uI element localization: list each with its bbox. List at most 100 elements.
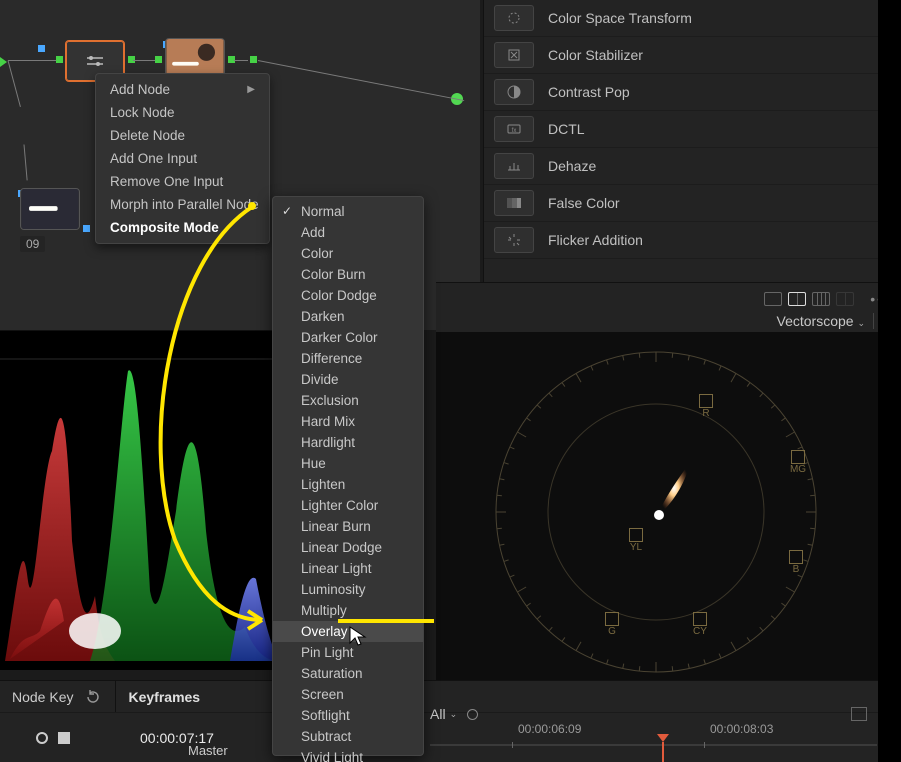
playhead[interactable] xyxy=(662,742,664,762)
vs-target-b: B xyxy=(784,550,808,575)
chevron-down-icon: ⌄ xyxy=(450,709,458,720)
timeline-radio[interactable] xyxy=(467,709,478,720)
composite-mode-color-burn[interactable]: Color Burn xyxy=(273,264,423,285)
ctx-item-remove-input[interactable]: Remove One Input xyxy=(96,170,269,193)
effect-dctl[interactable]: fx DCTL xyxy=(484,111,901,148)
composite-mode-multiply[interactable]: Multiply xyxy=(273,600,423,621)
record-square-icon[interactable] xyxy=(58,732,70,744)
node-link xyxy=(8,60,21,107)
scope-layout-2up[interactable] xyxy=(788,292,806,306)
keyframes-label[interactable]: Keyframes xyxy=(115,681,212,712)
clip-thumbnail xyxy=(21,189,79,229)
node-link xyxy=(234,60,248,61)
composite-mode-linear-dodge[interactable]: Linear Dodge xyxy=(273,537,423,558)
composite-mode-linear-burn[interactable]: Linear Burn xyxy=(273,516,423,537)
keyframe-timeline[interactable]: All ⌄ 00:00:06:09 00:00:08:03 xyxy=(430,700,877,762)
composite-mode-submenu[interactable]: NormalAddColorColor BurnColor DodgeDarke… xyxy=(272,196,424,756)
bottom-panel: Node Key Keyframes 00:00:07:17 Master Al… xyxy=(0,680,901,762)
scope-layout-4up[interactable] xyxy=(812,292,830,306)
composite-mode-subtract[interactable]: Subtract xyxy=(273,726,423,747)
effect-color-space-transform[interactable]: Color Space Transform xyxy=(484,0,901,37)
composite-mode-normal[interactable]: Normal xyxy=(273,201,423,222)
effect-label: DCTL xyxy=(548,121,585,137)
vs-target-g: G xyxy=(600,612,624,637)
effect-icon xyxy=(494,153,534,179)
window-right-edge xyxy=(878,0,901,762)
node-09[interactable] xyxy=(20,188,80,230)
node-link xyxy=(24,144,28,180)
vs-target-yl: YL xyxy=(624,528,648,553)
effect-false-color[interactable]: False Color xyxy=(484,185,901,222)
ctx-item-label: Morph into Parallel Node xyxy=(110,197,259,212)
mouse-cursor-icon xyxy=(348,625,370,647)
composite-mode-lighter-color[interactable]: Lighter Color xyxy=(273,495,423,516)
composite-mode-hardlight[interactable]: Hardlight xyxy=(273,432,423,453)
composite-mode-color-dodge[interactable]: Color Dodge xyxy=(273,285,423,306)
node-port[interactable] xyxy=(83,225,90,232)
effect-icon xyxy=(494,190,534,216)
vs-target-cy: CY xyxy=(688,612,712,637)
composite-mode-add[interactable]: Add xyxy=(273,222,423,243)
composite-mode-darken[interactable]: Darken xyxy=(273,306,423,327)
master-label: Master xyxy=(188,743,228,758)
node-link xyxy=(258,60,464,101)
timeline-track[interactable] xyxy=(430,744,877,746)
effect-icon xyxy=(494,227,534,253)
timeline-tc: 00:00:08:03 xyxy=(710,722,773,736)
graph-input-triangle xyxy=(0,57,7,67)
composite-mode-screen[interactable]: Screen xyxy=(273,684,423,705)
scope-dropdown[interactable]: Vectorscope ⌄ xyxy=(777,313,866,329)
ctx-item-composite-mode[interactable]: Composite Mode xyxy=(96,216,269,239)
composite-mode-hue[interactable]: Hue xyxy=(273,453,423,474)
parade-waveform-graphic xyxy=(0,331,280,670)
node-port[interactable] xyxy=(38,45,45,52)
composite-mode-linear-light[interactable]: Linear Light xyxy=(273,558,423,579)
node-link xyxy=(133,60,155,61)
composite-mode-softlight[interactable]: Softlight xyxy=(273,705,423,726)
vectorscope: R MG B CY G YL xyxy=(436,332,878,680)
effect-label: Color Space Transform xyxy=(548,10,692,26)
node-port[interactable] xyxy=(155,56,162,63)
composite-mode-lighten[interactable]: Lighten xyxy=(273,474,423,495)
ctx-item-label: Delete Node xyxy=(110,128,185,143)
effect-contrast-pop[interactable]: Contrast Pop xyxy=(484,74,901,111)
effect-flicker-addition[interactable]: Flicker Addition xyxy=(484,222,901,259)
record-circle-icon[interactable] xyxy=(36,732,48,744)
composite-mode-luminosity[interactable]: Luminosity xyxy=(273,579,423,600)
ctx-item-label: Composite Mode xyxy=(110,220,219,235)
effects-panel[interactable]: Color Space Transform Color Stabilizer Con… xyxy=(483,0,901,282)
ctx-item-add-input[interactable]: Add One Input xyxy=(96,147,269,170)
composite-mode-exclusion[interactable]: Exclusion xyxy=(273,390,423,411)
composite-mode-divide[interactable]: Divide xyxy=(273,369,423,390)
chevron-right-icon: ▶ xyxy=(247,84,255,95)
ctx-item-add-node[interactable]: Add Node ▶ xyxy=(96,78,269,101)
ctx-item-morph[interactable]: Morph into Parallel Node xyxy=(96,193,269,216)
composite-mode-hard-mix[interactable]: Hard Mix xyxy=(273,411,423,432)
expand-icon[interactable] xyxy=(851,707,867,721)
composite-mode-difference[interactable]: Difference xyxy=(273,348,423,369)
effect-label: Color Stabilizer xyxy=(548,47,643,63)
node-link xyxy=(8,60,56,61)
ctx-item-lock-node[interactable]: Lock Node xyxy=(96,101,269,124)
effect-label: False Color xyxy=(548,195,620,211)
context-menu[interactable]: Add Node ▶ Lock Node Delete Node Add One… xyxy=(95,73,270,244)
vs-target-r: R xyxy=(694,394,718,419)
effect-dehaze[interactable]: Dehaze xyxy=(484,148,901,185)
composite-mode-saturation[interactable]: Saturation xyxy=(273,663,423,684)
composite-mode-vivid-light[interactable]: Vivid Light xyxy=(273,747,423,762)
composite-mode-color[interactable]: Color xyxy=(273,243,423,264)
timeline-all-dropdown[interactable]: All ⌄ xyxy=(430,706,457,722)
effect-icon: fx xyxy=(494,116,534,142)
scope-layout-grid[interactable] xyxy=(836,292,854,306)
node-port[interactable] xyxy=(250,56,257,63)
ctx-item-delete-node[interactable]: Delete Node xyxy=(96,124,269,147)
scope-layout-1up[interactable] xyxy=(764,292,782,306)
vectorscope-graphic xyxy=(486,342,826,682)
effect-color-stabilizer[interactable]: Color Stabilizer xyxy=(484,37,901,74)
vs-target-mg: MG xyxy=(786,450,810,475)
reset-icon[interactable] xyxy=(85,689,101,705)
node-port[interactable] xyxy=(56,56,63,63)
scope-dropdown-label: Vectorscope xyxy=(777,313,854,329)
node-key-label: Node Key xyxy=(0,689,85,705)
composite-mode-darker-color[interactable]: Darker Color xyxy=(273,327,423,348)
